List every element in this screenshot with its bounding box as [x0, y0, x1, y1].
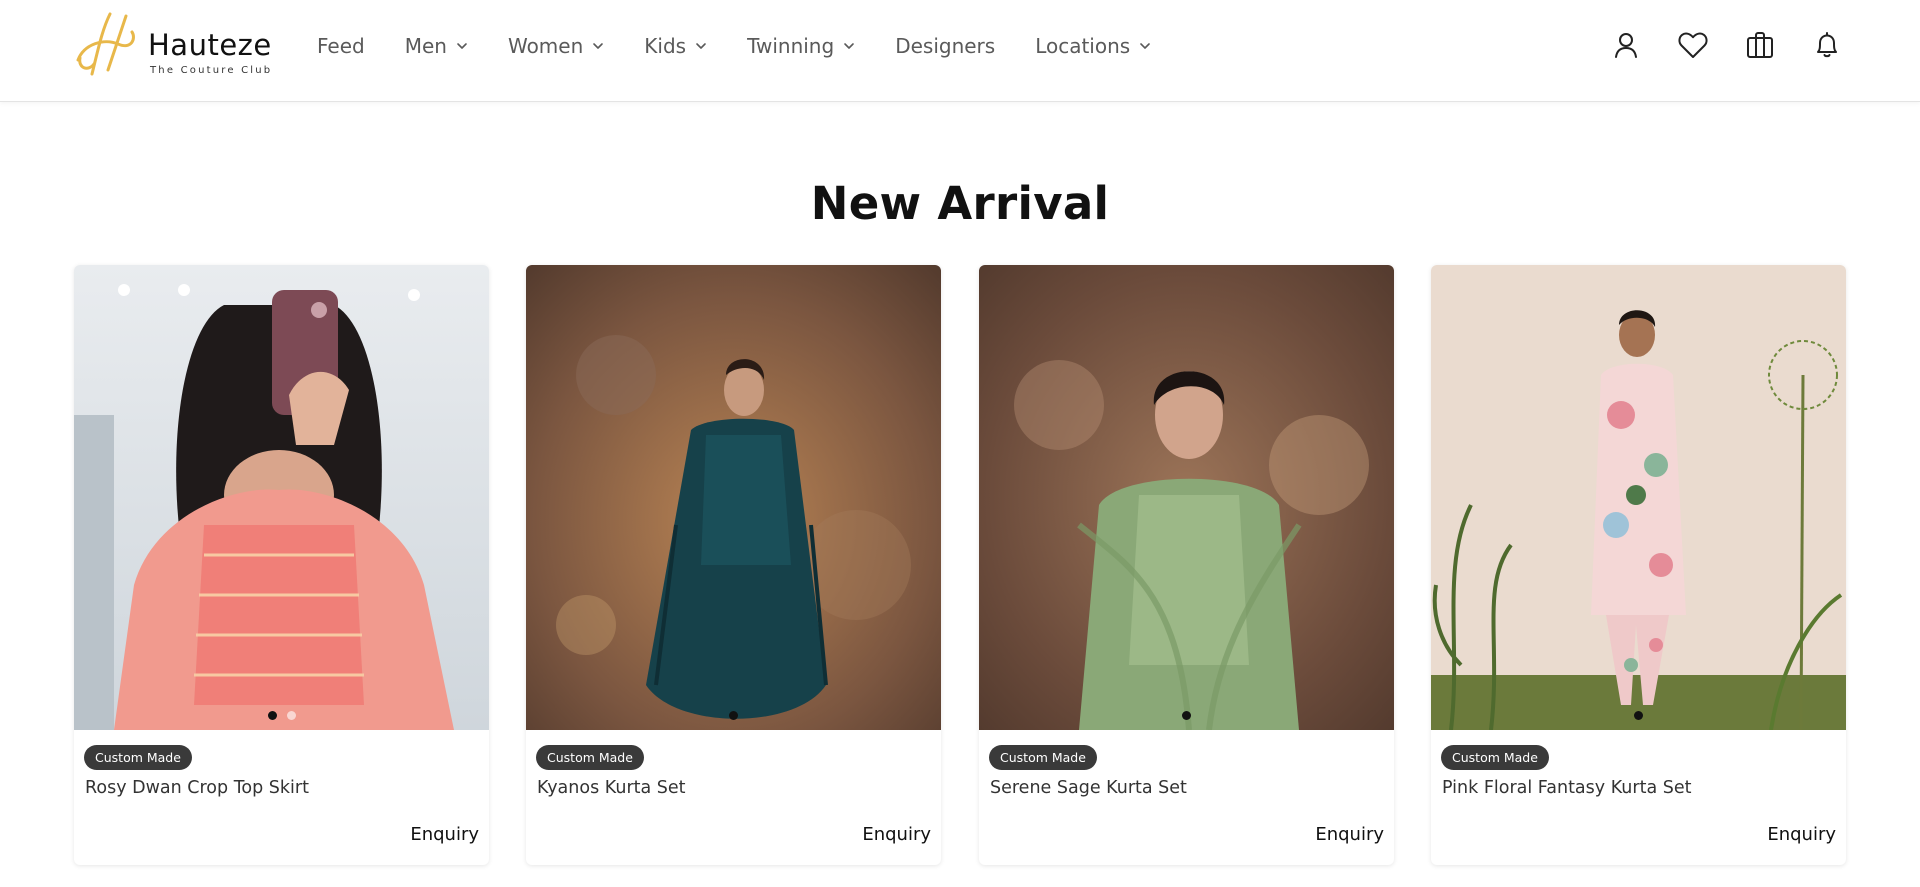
custom-made-badge: Custom Made	[84, 745, 192, 770]
nav-item-women[interactable]: Women	[508, 34, 604, 58]
logo-mark-icon	[76, 12, 135, 76]
bell-icon	[1817, 32, 1837, 58]
wishlist-button[interactable]	[1676, 28, 1710, 62]
brand-tagline: The Couture Club	[150, 65, 273, 76]
custom-made-badge: Custom Made	[989, 745, 1097, 770]
site-header: Hauteze The Couture Club Feed Men Women …	[0, 0, 1920, 102]
product-card[interactable]: Custom Made Kyanos Kurta Set Enquiry	[526, 265, 941, 865]
account-button[interactable]	[1609, 28, 1643, 62]
carousel-dots	[526, 711, 941, 720]
header-actions	[1576, 28, 1844, 62]
nav-label: Kids	[644, 34, 687, 58]
carousel-dots	[74, 711, 489, 720]
product-name[interactable]: Kyanos Kurta Set	[537, 778, 686, 798]
carousel-dot-active[interactable]	[267, 711, 277, 720]
enquiry-button[interactable]: Enquiry	[1767, 824, 1836, 845]
nav-item-twinning[interactable]: Twinning	[747, 34, 855, 58]
chevron-down-icon	[844, 43, 854, 49]
carousel-dot-active[interactable]	[1634, 711, 1643, 720]
carousel-dots	[1431, 711, 1846, 720]
nav-label: Women	[507, 34, 584, 58]
brand-logo[interactable]: Hauteze The Couture Club	[74, 8, 284, 84]
nav-label: Locations	[1035, 34, 1131, 58]
nav-item-locations[interactable]: Locations	[1035, 34, 1151, 58]
brand-name: Hauteze	[148, 28, 272, 62]
product-image[interactable]	[74, 265, 489, 730]
carousel-dot-active[interactable]	[1182, 711, 1191, 720]
product-photo-illustration	[979, 265, 1394, 730]
nav-item-men[interactable]: Men	[405, 34, 468, 58]
nav-label: Twinning	[747, 34, 835, 58]
nav-item-feed[interactable]: Feed	[317, 34, 365, 58]
enquiry-button[interactable]: Enquiry	[862, 824, 931, 845]
chevron-down-icon	[696, 43, 706, 49]
product-card[interactable]: Custom Made Pink Floral Fantasy Kurta Se…	[1431, 265, 1846, 865]
product-image[interactable]	[526, 265, 941, 730]
nav-label: Designers	[895, 34, 996, 58]
nav-label: Men	[404, 34, 447, 58]
carousel-dots	[979, 711, 1394, 720]
notifications-button[interactable]	[1810, 28, 1844, 62]
nav-label: Feed	[317, 34, 365, 58]
product-photo-illustration	[74, 265, 489, 730]
product-image[interactable]	[979, 265, 1394, 730]
enquiry-button[interactable]: Enquiry	[1315, 824, 1384, 845]
product-photo-illustration	[1431, 265, 1846, 730]
heart-icon	[1678, 32, 1708, 58]
user-icon	[1615, 33, 1637, 58]
product-card[interactable]: Custom Made Rosy Dwan Crop Top Skirt Enq…	[74, 265, 489, 865]
nav-item-designers[interactable]: Designers	[895, 34, 995, 58]
shopping-bag-icon	[1747, 32, 1773, 58]
product-name[interactable]: Pink Floral Fantasy Kurta Set	[1442, 778, 1691, 798]
product-card[interactable]: Custom Made Serene Sage Kurta Set Enquir…	[979, 265, 1394, 865]
enquiry-button[interactable]: Enquiry	[410, 824, 479, 845]
section-title: New Arrival	[810, 177, 1110, 230]
chevron-down-icon	[1140, 43, 1151, 49]
chevron-down-icon	[593, 43, 604, 49]
main-nav: Feed Men Women Kids Twinning Designers L…	[317, 30, 1191, 62]
cart-button[interactable]	[1743, 28, 1777, 62]
carousel-dot[interactable]	[286, 711, 296, 720]
product-grid: Custom Made Rosy Dwan Crop Top Skirt Enq…	[74, 265, 1846, 865]
carousel-dot-active[interactable]	[729, 711, 738, 720]
nav-item-kids[interactable]: Kids	[644, 34, 707, 58]
custom-made-badge: Custom Made	[536, 745, 644, 770]
product-image[interactable]	[1431, 265, 1846, 730]
chevron-down-icon	[457, 43, 467, 49]
product-photo-illustration	[526, 265, 941, 730]
product-name[interactable]: Serene Sage Kurta Set	[990, 778, 1187, 798]
custom-made-badge: Custom Made	[1441, 745, 1549, 770]
product-name[interactable]: Rosy Dwan Crop Top Skirt	[85, 778, 309, 798]
